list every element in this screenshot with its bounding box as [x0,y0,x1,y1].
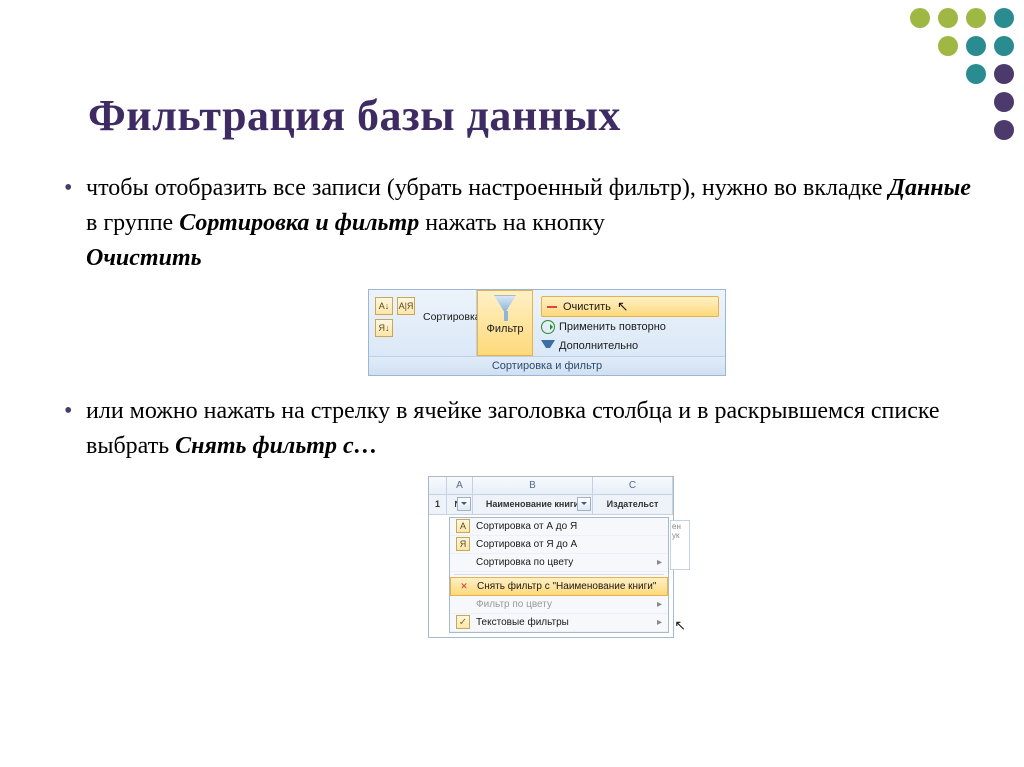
filter-dropdown-icon[interactable] [577,497,591,511]
cursor-icon: ↖ [617,298,629,315]
advanced-filter-button[interactable]: Дополнительно [541,337,719,354]
bullet-list-2: или можно нажать на стрелку в ячейке заг… [48,394,976,464]
clear-filter-label: Очистить [563,301,611,313]
menu-filter-by-color: Фильтр по цвету ▸ [450,596,668,614]
submenu-arrow-icon: ▸ [657,557,662,568]
submenu-arrow-icon: ▸ [657,599,662,610]
filter-dropdown-screenshot: A B C 1 № Наименование книги Издательст [428,476,674,638]
advanced-filter-label: Дополнительно [559,340,638,352]
clear-icon: ✕ [457,579,471,593]
bullet-2: или можно нажать на стрелку в ячейке заг… [58,394,976,464]
filter-button-label: Фильтр [482,323,528,335]
col-c-header[interactable]: C [593,477,673,494]
ribbon-sort-filter-group: А↓ А|Я Я↓ Сортировка Фильтр Очистить ↖ П… [368,289,726,376]
slide-title: Фильтрация базы данных [88,90,976,141]
bullet-list: чтобы отобразить все записи (убрать наст… [48,171,976,275]
cell-a1[interactable]: № [447,495,473,514]
sort-za-icon: Я [456,537,470,551]
sort-dialog-icon[interactable]: А|Я [397,297,415,315]
cell-b1[interactable]: Наименование книги [473,495,593,514]
clear-filter-button[interactable]: Очистить ↖ [541,296,719,317]
sort-az-icon[interactable]: А↓ [375,297,393,315]
menu-text-filters[interactable]: ✓ Текстовые фильтры ▸ [450,614,668,632]
advanced-icon [541,340,555,354]
reapply-filter-button[interactable]: Применить повторно [541,320,719,334]
sort-az-icon: А [456,519,470,533]
bullet-1: чтобы отобразить все записи (убрать наст… [58,171,976,275]
decorative-dots [910,8,1016,142]
cursor-icon: ↖ [674,617,686,634]
clear-icon [545,300,559,314]
sort-button-label[interactable]: Сортировка [419,311,481,323]
reapply-icon [541,320,555,334]
menu-sort-by-color[interactable]: Сортировка по цвету ▸ [450,554,668,572]
funnel-icon [492,295,518,321]
filter-button[interactable]: Фильтр [477,290,533,356]
cell-c1[interactable]: Издательст [593,495,673,514]
sort-block: А↓ А|Я Я↓ Сортировка [369,290,477,356]
select-all-corner[interactable] [429,477,447,494]
row-number-1[interactable]: 1 [429,495,447,514]
filter-dropdown-menu: ен ук А Сортировка от А до Я Я Сортировк… [449,517,669,633]
submenu-arrow-icon: ▸ [657,617,662,628]
menu-sort-za[interactable]: Я Сортировка от Я до А [450,536,668,554]
column-header-row: A B C [429,477,673,495]
menu-clear-filter[interactable]: ✕ Снять фильтр с "Наименование книги" [450,577,668,596]
menu-separator [454,574,664,575]
col-a-header[interactable]: A [447,477,473,494]
reapply-filter-label: Применить повторно [559,321,666,333]
truncated-cell-fragment: ен ук [670,520,690,570]
ribbon-group-caption: Сортировка и фильтр [369,356,725,375]
check-icon: ✓ [456,615,470,629]
menu-sort-az[interactable]: А Сортировка от А до Я [450,518,668,536]
col-b-header[interactable]: B [473,477,593,494]
sort-za-icon[interactable]: Я↓ [375,319,393,337]
filter-dropdown-icon[interactable] [457,497,471,511]
